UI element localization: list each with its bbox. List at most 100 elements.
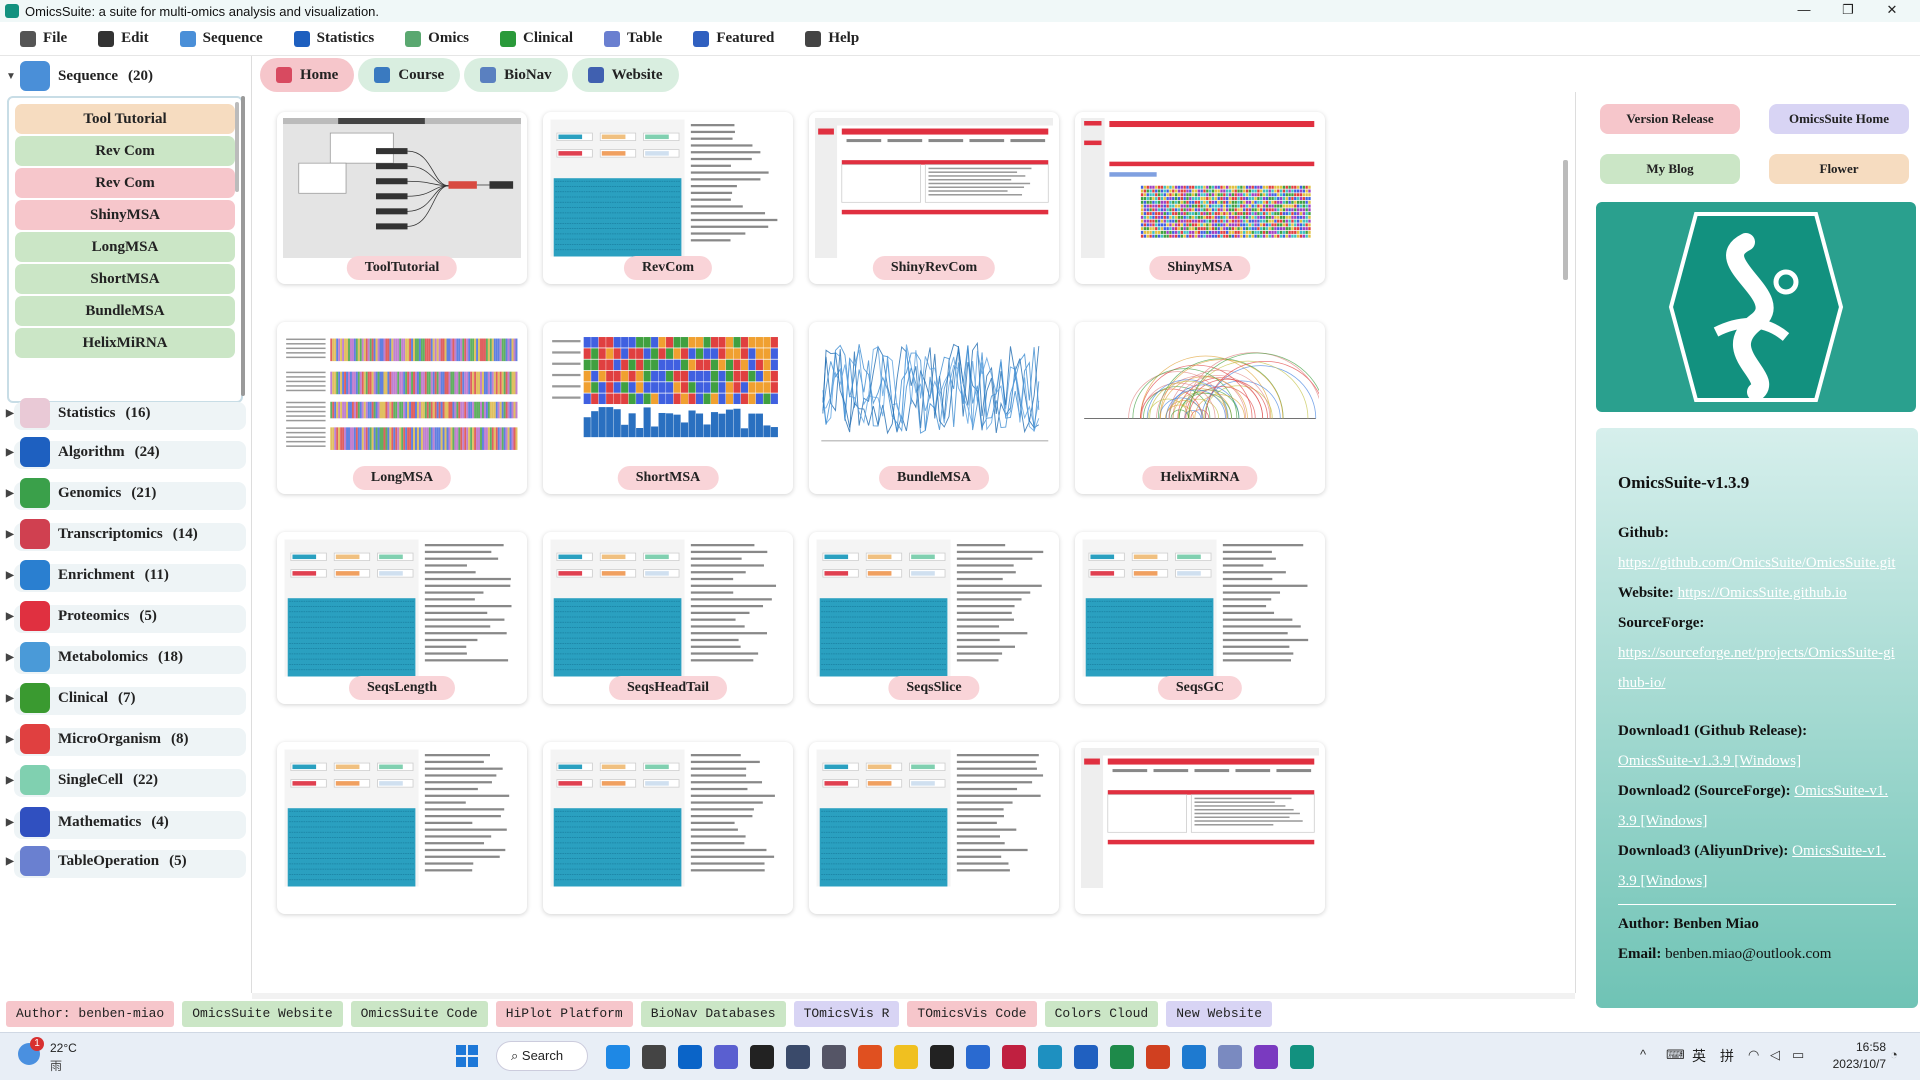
grid-scrollbar[interactable] bbox=[1563, 160, 1568, 280]
tool-card-seqslength[interactable]: SeqsLength bbox=[277, 532, 527, 704]
footer-link-new-website[interactable]: New Website bbox=[1166, 1001, 1273, 1027]
tool-card-shinymsa[interactable]: ShinyMSA bbox=[1075, 112, 1325, 284]
tool-card-label[interactable]: ShinyRevCom bbox=[872, 256, 996, 280]
close-button[interactable]: ✕ bbox=[1870, 0, 1914, 22]
tool-card-seqsslice[interactable]: SeqsSlice bbox=[809, 532, 1059, 704]
tool-card-label[interactable]: RevCom bbox=[623, 256, 713, 280]
tab-bionav[interactable]: BioNav bbox=[464, 58, 568, 92]
tool-card-revcom[interactable]: RevCom bbox=[543, 112, 793, 284]
horizontal-scrollbar[interactable] bbox=[252, 993, 1575, 999]
sidebar-scrollbar[interactable] bbox=[241, 96, 245, 396]
tool-card-tooltutorial[interactable]: ToolTutorial bbox=[277, 112, 527, 284]
category-sequence[interactable]: ▼ Sequence (20) bbox=[6, 58, 246, 94]
tool-button-helixmirna[interactable]: HelixMiRNA bbox=[15, 328, 235, 358]
menu-featured[interactable]: Featured bbox=[693, 30, 774, 47]
clock-time[interactable]: 16:58 bbox=[1826, 1040, 1886, 1054]
tool-card-label[interactable]: BundleMSA bbox=[879, 466, 989, 490]
menu-file[interactable]: File bbox=[20, 30, 67, 47]
tool-card-item[interactable] bbox=[543, 742, 793, 914]
tool-card-longmsa[interactable]: LongMSA bbox=[277, 322, 527, 494]
omicssuite-home-button[interactable]: OmicsSuite Home bbox=[1769, 104, 1909, 134]
tool-button-shortmsa[interactable]: ShortMSA bbox=[15, 264, 235, 294]
outlook-icon[interactable] bbox=[678, 1045, 702, 1069]
footer-link-omicssuite-website[interactable]: OmicsSuite Website bbox=[182, 1001, 343, 1027]
menu-clinical[interactable]: Clinical bbox=[500, 30, 573, 47]
tool-card-shinyrevcom[interactable]: ShinyRevCom bbox=[809, 112, 1059, 284]
tool-card-label[interactable]: SeqsGC bbox=[1157, 676, 1243, 700]
visual-studio-icon[interactable] bbox=[1254, 1045, 1278, 1069]
ime-lang[interactable]: 英 bbox=[1692, 1046, 1706, 1066]
terminal-icon[interactable] bbox=[750, 1045, 774, 1069]
keyboard-icon[interactable]: ⌨ bbox=[1666, 1047, 1685, 1063]
menu-edit[interactable]: Edit bbox=[98, 30, 149, 47]
taskbar-search[interactable]: ⌕ Search bbox=[496, 1041, 588, 1071]
tray-chevron-icon[interactable]: ^ bbox=[1640, 1047, 1646, 1062]
settings-icon[interactable] bbox=[822, 1045, 846, 1069]
footer-link-author-benben-miao[interactable]: Author: benben-miao bbox=[6, 1001, 175, 1027]
tool-card-label[interactable]: SeqsLength bbox=[348, 676, 456, 700]
notes-icon[interactable] bbox=[930, 1045, 954, 1069]
tool-button-longmsa[interactable]: LongMSA bbox=[15, 232, 235, 262]
category-enrichment[interactable]: ▶ Enrichment (11) bbox=[6, 556, 246, 594]
footer-link-bionav-databases[interactable]: BioNav Databases bbox=[640, 1001, 786, 1027]
ime-mode[interactable]: 拼 bbox=[1720, 1046, 1734, 1066]
menu-sequence[interactable]: Sequence bbox=[179, 30, 263, 47]
teams-icon[interactable] bbox=[714, 1045, 738, 1069]
website-link[interactable]: https://OmicsSuite.github.io bbox=[1678, 585, 1847, 601]
category-statistics[interactable]: ▶ Statistics (16) bbox=[6, 394, 246, 432]
category-tableoperation[interactable]: ▶ TableOperation (5) bbox=[6, 842, 246, 880]
folder-icon[interactable] bbox=[894, 1045, 918, 1069]
tool-card-label[interactable]: ShortMSA bbox=[617, 466, 719, 490]
category-transcriptomics[interactable]: ▶ Transcriptomics (14) bbox=[6, 515, 246, 553]
tool-card-bundlemsa[interactable]: BundleMSA bbox=[809, 322, 1059, 494]
tool-card-label[interactable]: HelixMiRNA bbox=[1142, 466, 1258, 490]
tool-card-seqsgc[interactable]: SeqsGC bbox=[1075, 532, 1325, 704]
minimize-button[interactable]: — bbox=[1782, 0, 1826, 22]
omicssuite-icon[interactable] bbox=[1290, 1045, 1314, 1069]
tab-website[interactable]: Website bbox=[571, 58, 679, 92]
clock-date[interactable]: 2023/10/7 bbox=[1812, 1057, 1886, 1071]
tool-card-label[interactable]: SeqsHeadTail bbox=[609, 676, 727, 700]
tool-button-shinymsa[interactable]: ShinyMSA bbox=[15, 200, 235, 230]
notification-bell-icon[interactable]: ◔ bbox=[1890, 1047, 1898, 1062]
volume-icon[interactable]: ◁ bbox=[1770, 1047, 1780, 1063]
tool-list-scrollbar[interactable] bbox=[235, 102, 239, 192]
tool-card-helixmirna[interactable]: HelixMiRNA bbox=[1075, 322, 1325, 494]
menu-table[interactable]: Table bbox=[604, 30, 662, 47]
tool-card-label[interactable]: SeqsSlice bbox=[888, 676, 980, 700]
tool-button-bundlemsa[interactable]: BundleMSA bbox=[15, 296, 235, 326]
tool-card-label[interactable]: ToolTutorial bbox=[346, 256, 458, 280]
tool-button-tool-tutorial[interactable]: Tool Tutorial bbox=[15, 104, 235, 134]
tool-card-label[interactable]: ShinyMSA bbox=[1149, 256, 1251, 280]
sourceforge-link[interactable]: https://sourceforge.net/projects/OmicsSu… bbox=[1618, 645, 1895, 691]
tool-card-item[interactable] bbox=[1075, 742, 1325, 914]
tab-home[interactable]: Home bbox=[260, 58, 355, 92]
mail-icon[interactable] bbox=[1002, 1045, 1026, 1069]
category-metabolomics[interactable]: ▶ Metabolomics (18) bbox=[6, 638, 246, 676]
category-genomics[interactable]: ▶ Genomics (21) bbox=[6, 474, 246, 512]
powerpoint-icon[interactable] bbox=[1146, 1045, 1170, 1069]
tool-button-rev-com[interactable]: Rev Com bbox=[15, 136, 235, 166]
category-proteomics[interactable]: ▶ Proteomics (5) bbox=[6, 597, 246, 635]
category-clinical[interactable]: ▶ Clinical (7) bbox=[6, 679, 246, 717]
my-blog-button[interactable]: My Blog bbox=[1600, 154, 1740, 184]
menu-statistics[interactable]: Statistics bbox=[293, 30, 374, 47]
footer-link-omicssuite-code[interactable]: OmicsSuite Code bbox=[350, 1001, 488, 1027]
tool-button-rev-com[interactable]: Rev Com bbox=[15, 168, 235, 198]
github-icon[interactable] bbox=[786, 1045, 810, 1069]
windows-start-icon[interactable] bbox=[456, 1045, 478, 1067]
edge-icon[interactable] bbox=[606, 1045, 630, 1069]
r-icon[interactable] bbox=[1218, 1045, 1242, 1069]
maximize-button[interactable]: ❐ bbox=[1826, 0, 1870, 22]
download1-link[interactable]: OmicsSuite-v1.3.9 [Windows] bbox=[1618, 753, 1801, 769]
category-singlecell[interactable]: ▶ SingleCell (22) bbox=[6, 761, 246, 799]
wifi-icon[interactable]: ◠ bbox=[1748, 1047, 1759, 1063]
footer-link-hiplot-platform[interactable]: HiPlot Platform bbox=[495, 1001, 633, 1027]
footer-link-tomicsvis-r[interactable]: TOmicsVis R bbox=[793, 1001, 900, 1027]
browser-icon[interactable] bbox=[1038, 1045, 1062, 1069]
tool-card-item[interactable] bbox=[809, 742, 1059, 914]
category-mathematics[interactable]: ▶ Mathematics (4) bbox=[6, 803, 246, 841]
battery-icon[interactable]: ▭ bbox=[1792, 1047, 1804, 1063]
version-release-button[interactable]: Version Release bbox=[1600, 104, 1740, 134]
file-explorer-icon[interactable] bbox=[642, 1045, 666, 1069]
